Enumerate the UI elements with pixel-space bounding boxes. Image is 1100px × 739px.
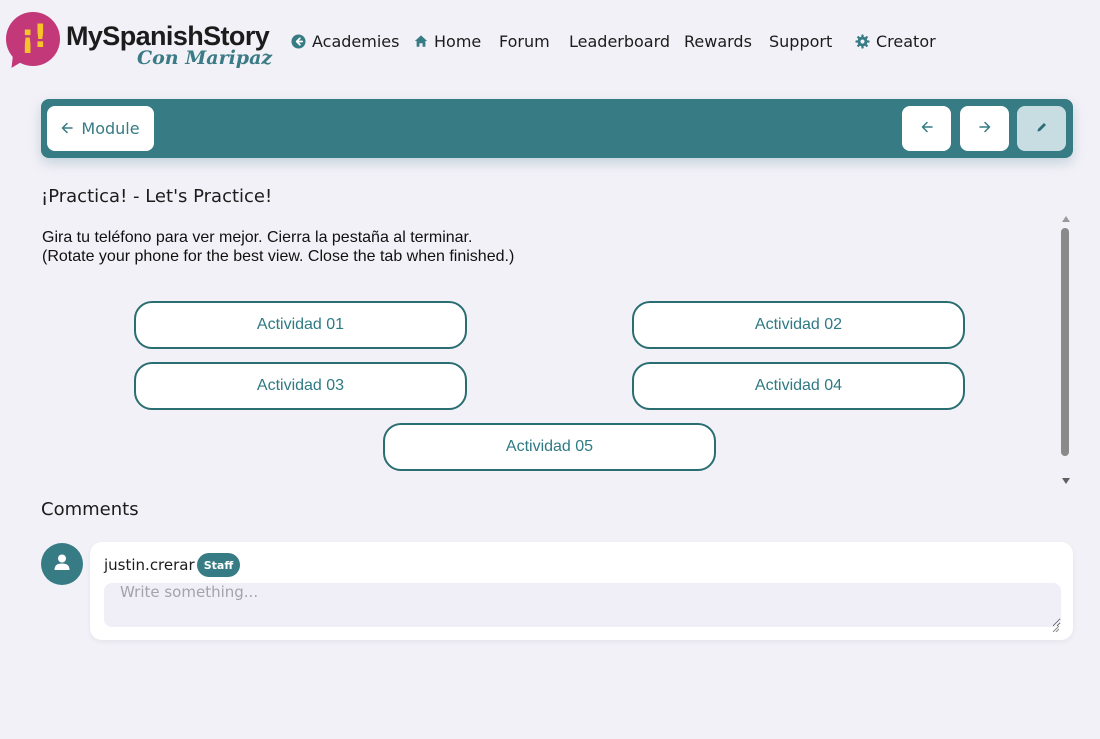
nav-support[interactable]: Support <box>769 31 832 51</box>
arrow-left-icon <box>921 120 933 138</box>
scrollbar-thumb[interactable] <box>1061 228 1069 456</box>
nav-academies-label: Academies <box>312 31 400 51</box>
nav-home-label: Home <box>434 31 482 51</box>
nav-leaderboard[interactable]: Leaderboard <box>569 31 670 51</box>
nav-home[interactable]: Home <box>413 31 481 51</box>
comment-username: justin.crerar <box>104 556 195 574</box>
home-icon <box>413 34 428 49</box>
instruction-spanish: Gira tu teléfono para ver mejor. Cierra … <box>42 229 473 246</box>
next-lesson-button[interactable] <box>960 106 1009 151</box>
top-navigation: ¡! MySpanishStory Con Maripaz Academies … <box>0 0 1100 82</box>
nav-rewards-label: Rewards <box>684 31 752 51</box>
frame-scrollbar[interactable] <box>1059 212 1073 488</box>
arrow-right-icon <box>978 120 991 138</box>
activity-05-button[interactable]: Actividad 05 <box>383 423 716 471</box>
instructions: Gira tu teléfono para ver mejor. Cierra … <box>42 228 514 266</box>
pencil-icon <box>1036 120 1048 138</box>
nav-rewards[interactable]: Rewards <box>684 31 752 51</box>
nav-forum[interactable]: Forum <box>499 31 550 51</box>
activity-03-button[interactable]: Actividad 03 <box>134 362 467 410</box>
staff-badge: Staff <box>197 553 240 577</box>
arrow-left-icon <box>61 119 74 138</box>
practice-embed-frame: Gira tu teléfono para ver mejor. Cierra … <box>41 210 1073 488</box>
user-icon <box>53 553 71 576</box>
activity-01-button[interactable]: Actividad 01 <box>134 301 467 349</box>
scroll-down-arrow-icon[interactable] <box>1062 478 1070 484</box>
avatar <box>41 543 83 585</box>
comment-composer: justin.crerar Staff <box>90 542 1073 640</box>
nav-support-label: Support <box>769 31 833 51</box>
scroll-up-arrow-icon[interactable] <box>1062 216 1070 222</box>
activity-02-button[interactable]: Actividad 02 <box>632 301 965 349</box>
nav-forum-label: Forum <box>499 31 550 51</box>
edit-lesson-button[interactable] <box>1017 106 1066 151</box>
lesson-toolbar: Module <box>41 99 1073 158</box>
nav-academies[interactable]: Academies <box>291 31 399 51</box>
logo-mark: ¡! <box>20 17 47 55</box>
module-button-label: Module <box>81 119 140 138</box>
logo-tagline: Con Maripaz <box>137 47 273 69</box>
back-to-module-button[interactable]: Module <box>47 106 154 151</box>
previous-lesson-button[interactable] <box>902 106 951 151</box>
comment-input[interactable] <box>104 583 1061 627</box>
brand-logo[interactable]: ¡! MySpanishStory Con Maripaz <box>4 12 276 74</box>
nav-creator-label: Creator <box>876 31 936 51</box>
nav-creator[interactable]: Creator <box>855 31 936 51</box>
gear-icon <box>855 33 870 49</box>
nav-leaderboard-label: Leaderboard <box>569 31 671 51</box>
activity-04-button[interactable]: Actividad 04 <box>632 362 965 410</box>
arrow-circle-left-icon <box>291 33 306 49</box>
resize-grip-icon[interactable] <box>1052 619 1060 633</box>
comments-title: Comments <box>41 499 139 520</box>
instruction-english: (Rotate your phone for the best view. Cl… <box>42 248 515 265</box>
lesson-title: ¡Practica! - Let's Practice! <box>41 186 273 207</box>
